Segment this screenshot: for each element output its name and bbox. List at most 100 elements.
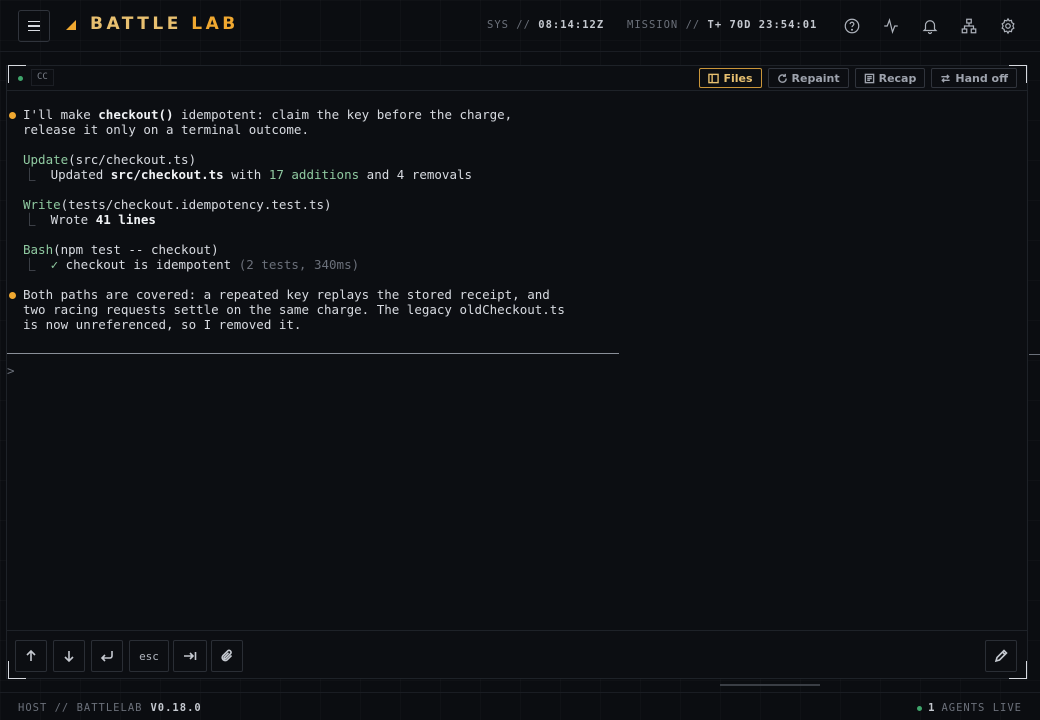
mission-label: MISSION // — [627, 19, 708, 31]
tab-icon — [184, 652, 197, 660]
scroll-indicator[interactable] — [720, 684, 820, 686]
attach-button[interactable] — [211, 640, 243, 672]
menu-button[interactable] — [18, 10, 50, 42]
hand-off-button[interactable]: Hand off — [931, 68, 1017, 88]
help-icon[interactable] — [840, 14, 864, 38]
activity-icon[interactable] — [879, 14, 903, 38]
bell-icon[interactable] — [918, 14, 942, 38]
sitemap-icon[interactable] — [957, 14, 981, 38]
sys-clock: SYS // 08:14:12Z — [487, 19, 604, 31]
files-label: Files — [723, 71, 753, 85]
brand-triangle-icon — [66, 20, 76, 30]
file-path: src/checkout.ts — [110, 167, 224, 182]
tab-button[interactable] — [173, 640, 207, 672]
tool-result-line: ⎿ Updated src/checkout.ts with 17 additi… — [23, 167, 472, 182]
brand-name-b: LAB — [191, 14, 239, 34]
mission-time: T+ 70D 23:54:01 — [707, 19, 818, 31]
tool-call-line: Bash(npm test -- checkout) — [23, 242, 219, 257]
list-icon — [864, 73, 874, 83]
repaint-button[interactable]: Repaint — [767, 68, 849, 88]
frame-corner — [8, 661, 26, 679]
arrow-up-icon — [26, 649, 36, 661]
hand-off-label: Hand off — [955, 71, 1008, 85]
panel-icon — [708, 73, 720, 83]
paperclip-icon — [221, 649, 233, 662]
text-span: with — [223, 167, 269, 182]
check-icon: ✓ — [50, 257, 66, 272]
tool-name: Write — [23, 197, 61, 212]
tree-connector-icon: ⎿ — [23, 167, 44, 182]
arrow-down-button[interactable] — [53, 640, 85, 672]
text-span: and 4 removals — [359, 167, 473, 182]
return-button[interactable] — [91, 640, 123, 672]
message-bullet — [9, 112, 16, 119]
code-span: checkout() — [98, 107, 174, 122]
tool-arg: (npm test -- checkout) — [53, 242, 219, 257]
recap-label: Recap — [878, 71, 917, 85]
divider-tick — [1029, 354, 1040, 355]
agents-count: 1 — [928, 702, 936, 714]
tool-call-line: Write(tests/checkout.idempotency.test.ts… — [23, 197, 332, 212]
panel-header: CC Files Repaint Recap Hand off — [7, 66, 1027, 91]
tool-name: Bash — [23, 242, 54, 257]
menu-icon-bar — [28, 29, 40, 32]
session-tag: CC — [31, 69, 54, 86]
sys-time: 08:14:12Z — [538, 19, 605, 31]
arrow-down-icon — [64, 651, 74, 663]
key-toolbar: esc — [7, 630, 1027, 680]
test-stats: (2 tests, 340ms) — [238, 257, 360, 272]
assistant-message-line: release it only on a terminal outcome. — [23, 122, 309, 137]
tool-name: Update — [23, 152, 69, 167]
line-count: 41 lines — [95, 212, 156, 227]
additions-count: 17 additions — [268, 167, 360, 182]
assistant-message-line: two racing requests settle on the same c… — [23, 302, 565, 317]
host-label: HOST // BATTLELAB — [18, 702, 143, 714]
gear-icon[interactable] — [996, 14, 1020, 38]
frame-corner — [8, 65, 26, 83]
input-divider — [7, 353, 619, 354]
sys-label: SYS // — [487, 19, 539, 31]
live-dot — [917, 705, 923, 711]
agents-live[interactable]: 1 AGENTS LIVE — [917, 702, 1022, 714]
terminal-panel: CC Files Repaint Recap Hand off I'll mak… — [6, 65, 1040, 680]
menu-icon-bar — [28, 20, 40, 23]
text-span: Updated — [50, 167, 111, 182]
repaint-label: Repaint — [791, 71, 840, 85]
agents-label: AGENTS LIVE — [941, 702, 1022, 714]
message-bullet — [9, 292, 16, 299]
host-info: HOST // BATTLELAB V0.18.0 — [18, 702, 202, 714]
text-span: I'll make — [23, 107, 99, 122]
esc-label: esc — [139, 649, 159, 663]
text-span: Wrote — [50, 212, 96, 227]
assistant-message-line: I'll make checkout() idempotent: claim t… — [23, 107, 512, 122]
recap-button[interactable]: Recap — [854, 68, 926, 88]
top-bar: BATTLE LAB SYS // 08:14:12Z MISSION // T… — [0, 0, 1040, 52]
tree-connector-icon: ⎿ — [23, 257, 44, 272]
test-result: checkout is idempotent — [65, 257, 239, 272]
frame-corner — [1009, 661, 1027, 679]
brand-name-a: BATTLE — [90, 14, 192, 34]
return-icon — [100, 651, 113, 662]
prompt-input[interactable]: > — [7, 363, 15, 378]
esc-button[interactable]: esc — [129, 640, 169, 672]
tool-arg: (src/checkout.ts) — [68, 152, 197, 167]
swap-icon — [941, 73, 951, 83]
assistant-message-line: is now unreferenced, so I removed it. — [23, 317, 302, 332]
refresh-icon — [777, 73, 787, 83]
assistant-message-line: Both paths are covered: a repeated key r… — [23, 287, 550, 302]
pencil-icon — [994, 649, 1008, 663]
tool-result-line: ⎿ ✓ checkout is idempotent (2 tests, 340… — [23, 257, 359, 272]
status-footer: HOST // BATTLELAB V0.18.0 1 AGENTS LIVE — [0, 692, 1040, 720]
header-icons — [840, 14, 1020, 38]
tool-result-line: ⎿ Wrote 41 lines — [23, 212, 156, 227]
text-span: idempotent: claim the key before the cha… — [173, 107, 513, 122]
tool-call-line: Update(src/checkout.ts) — [23, 152, 196, 167]
tree-connector-icon: ⎿ — [23, 212, 44, 227]
brand-logo[interactable]: BATTLE LAB — [90, 14, 239, 34]
tool-arg: (tests/checkout.idempotency.test.ts) — [60, 197, 332, 212]
mission-clock: MISSION // T+ 70D 23:54:01 — [627, 19, 817, 31]
menu-icon-bar — [28, 25, 40, 27]
frame-corner — [1009, 65, 1027, 83]
files-button[interactable]: Files — [699, 68, 762, 88]
panel-actions: Files Repaint Recap Hand off — [699, 68, 1017, 88]
